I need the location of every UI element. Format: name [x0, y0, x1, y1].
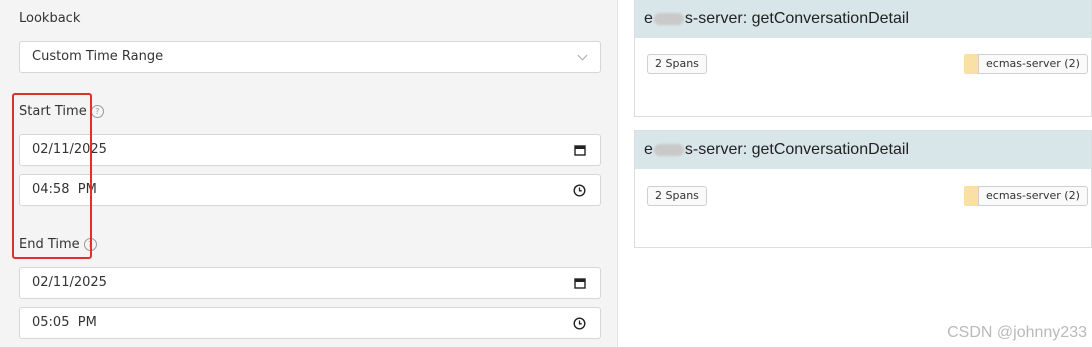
help-icon[interactable]: ? — [90, 105, 104, 118]
start-date-input[interactable]: 02/11/2025 — [19, 134, 601, 166]
redacted-text — [653, 12, 684, 25]
service-badge: ecmas-server (2) — [978, 186, 1088, 206]
service-badge: ecmas-server (2) — [978, 54, 1088, 74]
lookback-selected-value: Custom Time Range — [32, 49, 164, 64]
start-time-input[interactable]: 04:58 PM — [19, 174, 601, 206]
service-color-swatch — [964, 186, 979, 206]
chevron-down-icon — [577, 50, 588, 60]
calendar-icon[interactable] — [574, 277, 586, 289]
trace-title[interactable]: e s-server: getConversationDetail — [635, 0, 1091, 38]
end-date-input[interactable]: 02/11/2025 — [19, 267, 601, 299]
service-color-swatch — [964, 54, 979, 74]
span-count-badge: 2 Spans — [647, 54, 707, 74]
annotation-highlight-box — [12, 93, 92, 259]
lookback-label: Lookback — [19, 11, 81, 26]
lookback-select[interactable]: Custom Time Range — [19, 41, 601, 73]
end-time-input[interactable]: 05:05 PM — [19, 307, 601, 339]
span-count-badge: 2 Spans — [647, 186, 707, 206]
trace-card[interactable]: e s-server: getConversationDetail 2 Spans… — [634, 130, 1092, 248]
clock-icon[interactable] — [573, 316, 586, 330]
calendar-icon[interactable] — [574, 144, 586, 156]
clock-icon[interactable] — [573, 183, 586, 197]
trace-title[interactable]: e s-server: getConversationDetail — [635, 131, 1091, 169]
trace-card[interactable]: e s-server: getConversationDetail 2 Spans… — [634, 0, 1092, 117]
search-panel: Lookback Custom Time Range Start Time? 0… — [0, 0, 618, 347]
watermark: CSDN @johnny233 — [947, 324, 1087, 341]
redacted-text — [653, 143, 684, 156]
